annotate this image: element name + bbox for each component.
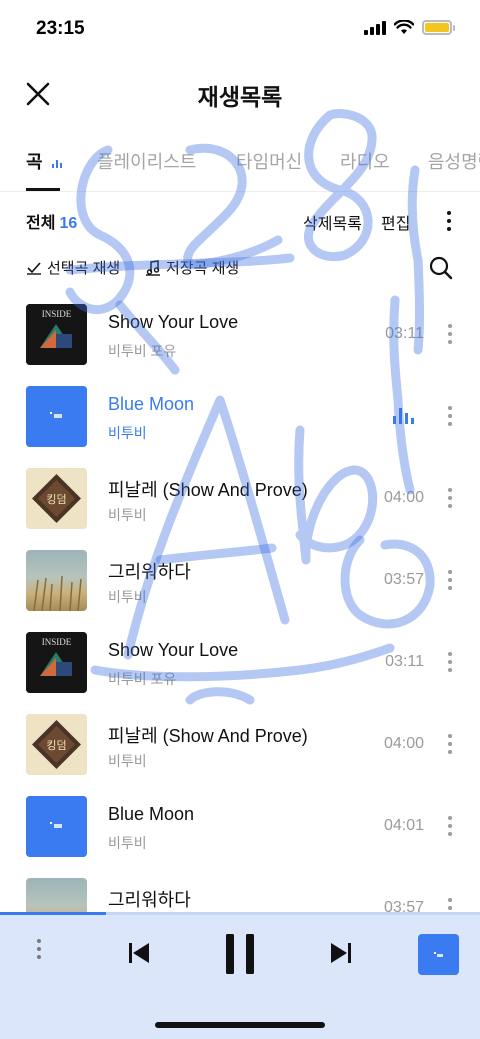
- deleted-list-button[interactable]: 삭제목록: [303, 210, 362, 234]
- track-title: Show Your Love: [108, 640, 239, 660]
- album-cover: INSIDE: [26, 304, 87, 365]
- cover-text: INSIDE: [42, 637, 72, 647]
- mini-player: [0, 912, 480, 1039]
- active-tab-underline: [26, 188, 60, 191]
- track-more-icon[interactable]: [448, 488, 452, 508]
- track-duration: 03:11: [385, 653, 424, 670]
- tab-playlists[interactable]: 플레이리스트: [97, 148, 196, 174]
- tab-songs-label: 곡: [26, 152, 43, 172]
- track-artist: 비투비: [108, 835, 147, 851]
- wifi-icon: [394, 20, 414, 34]
- track-row[interactable]: INSIDE Show Your Love 비투비 포유 03:11: [0, 304, 480, 386]
- track-more-icon[interactable]: [448, 406, 452, 426]
- track-artist: 비투비: [108, 507, 147, 523]
- previous-track-icon[interactable]: [126, 940, 152, 966]
- battery-icon: [422, 20, 455, 35]
- track-title: 그리워하다: [108, 890, 191, 910]
- track-duration: 04:00: [383, 735, 424, 752]
- track-artist: 비투비 포유: [108, 343, 177, 359]
- track-more-icon[interactable]: [448, 324, 452, 344]
- playing-indicator-icon: [51, 158, 62, 169]
- status-icons: [364, 20, 455, 35]
- album-cover: [26, 550, 87, 611]
- track-more-icon[interactable]: [448, 734, 452, 754]
- track-row[interactable]: 킹덤 피날레 (Show And Prove) 비투비 04:00: [0, 714, 480, 796]
- track-duration: 03:57: [383, 571, 424, 588]
- track-duration: 03:11: [385, 325, 424, 342]
- tab-songs[interactable]: 곡: [26, 148, 62, 174]
- action-row: 선택곡 재생 저장곡 재생: [0, 255, 480, 281]
- player-menu-icon[interactable]: [37, 939, 41, 959]
- track-title: Blue Moon: [108, 394, 195, 414]
- status-bar: 23:15: [0, 0, 480, 60]
- album-cover: 킹덤: [26, 468, 87, 529]
- track-more-icon[interactable]: [448, 816, 452, 836]
- track-title: Blue Moon: [108, 804, 195, 824]
- more-options-icon[interactable]: [447, 211, 451, 231]
- tab-bar: 곡 플레이리스트 타임머신 라디오 음성명령: [0, 140, 480, 192]
- track-more-icon[interactable]: [448, 570, 452, 590]
- total-count-label: 전체 16: [26, 209, 77, 233]
- status-time: 23:15: [36, 18, 85, 39]
- tab-voice-command[interactable]: 음성명령: [428, 148, 480, 174]
- cover-text: 킹덤: [46, 493, 66, 506]
- search-icon[interactable]: [428, 255, 454, 281]
- album-cover: 킹덤: [26, 714, 87, 775]
- track-artist: 비투비: [108, 753, 147, 769]
- check-icon: [27, 261, 41, 275]
- track-duration: 04:00: [383, 489, 424, 506]
- play-saved-button[interactable]: 저장곡 재생: [145, 257, 239, 278]
- playback-progress[interactable]: [0, 912, 480, 915]
- next-track-icon[interactable]: [328, 940, 354, 966]
- play-selected-button[interactable]: 선택곡 재생: [26, 257, 120, 278]
- tab-timemachine[interactable]: 타임머신: [236, 148, 302, 174]
- header: 재생목록: [0, 60, 480, 126]
- track-title: Show Your Love: [108, 312, 239, 332]
- list-header: 전체 16 삭제목록 편집: [0, 207, 480, 235]
- page-title: 재생목록: [197, 84, 283, 110]
- track-duration: 04:01: [383, 817, 424, 834]
- equalizer-icon: [393, 408, 414, 424]
- home-indicator: [155, 1022, 325, 1028]
- tab-radio[interactable]: 라디오: [340, 148, 390, 174]
- album-cover: [26, 386, 87, 447]
- track-artist: 비투비: [108, 589, 147, 605]
- track-title: 그리워하다: [108, 562, 191, 582]
- track-row[interactable]: INSIDE Show Your Love 비투비 포유 03:11: [0, 632, 480, 714]
- track-title: 피날레 (Show And Prove): [108, 480, 308, 500]
- track-title: 피날레 (Show And Prove): [108, 726, 308, 746]
- play-saved-label: 저장곡 재생: [166, 260, 240, 277]
- track-artist: 비투비 포유: [108, 671, 177, 687]
- track-row[interactable]: 킹덤 피날레 (Show And Prove) 비투비 04:00: [0, 468, 480, 550]
- album-cover: INSIDE: [26, 632, 87, 693]
- edit-button[interactable]: 편집: [381, 210, 410, 234]
- music-note-icon: [146, 259, 160, 276]
- cover-text: 킹덤: [46, 739, 66, 752]
- track-row[interactable]: 그리워하다 비투비 03:57: [0, 550, 480, 632]
- cellular-signal-icon: [364, 20, 386, 35]
- album-cover: [26, 796, 87, 857]
- track-artist: 비투비: [108, 425, 147, 441]
- track-more-icon[interactable]: [448, 652, 452, 672]
- now-playing-cover[interactable]: [418, 934, 459, 975]
- total-label: 전체: [26, 215, 56, 232]
- playback-progress-fill: [0, 912, 106, 915]
- track-row[interactable]: Blue Moon 비투비 04:01: [0, 796, 480, 878]
- cover-text: INSIDE: [42, 309, 72, 319]
- track-row-now-playing[interactable]: Blue Moon 비투비: [0, 386, 480, 468]
- play-selected-label: 선택곡 재생: [47, 260, 121, 277]
- total-count: 16: [59, 215, 78, 232]
- pause-icon[interactable]: [222, 932, 258, 976]
